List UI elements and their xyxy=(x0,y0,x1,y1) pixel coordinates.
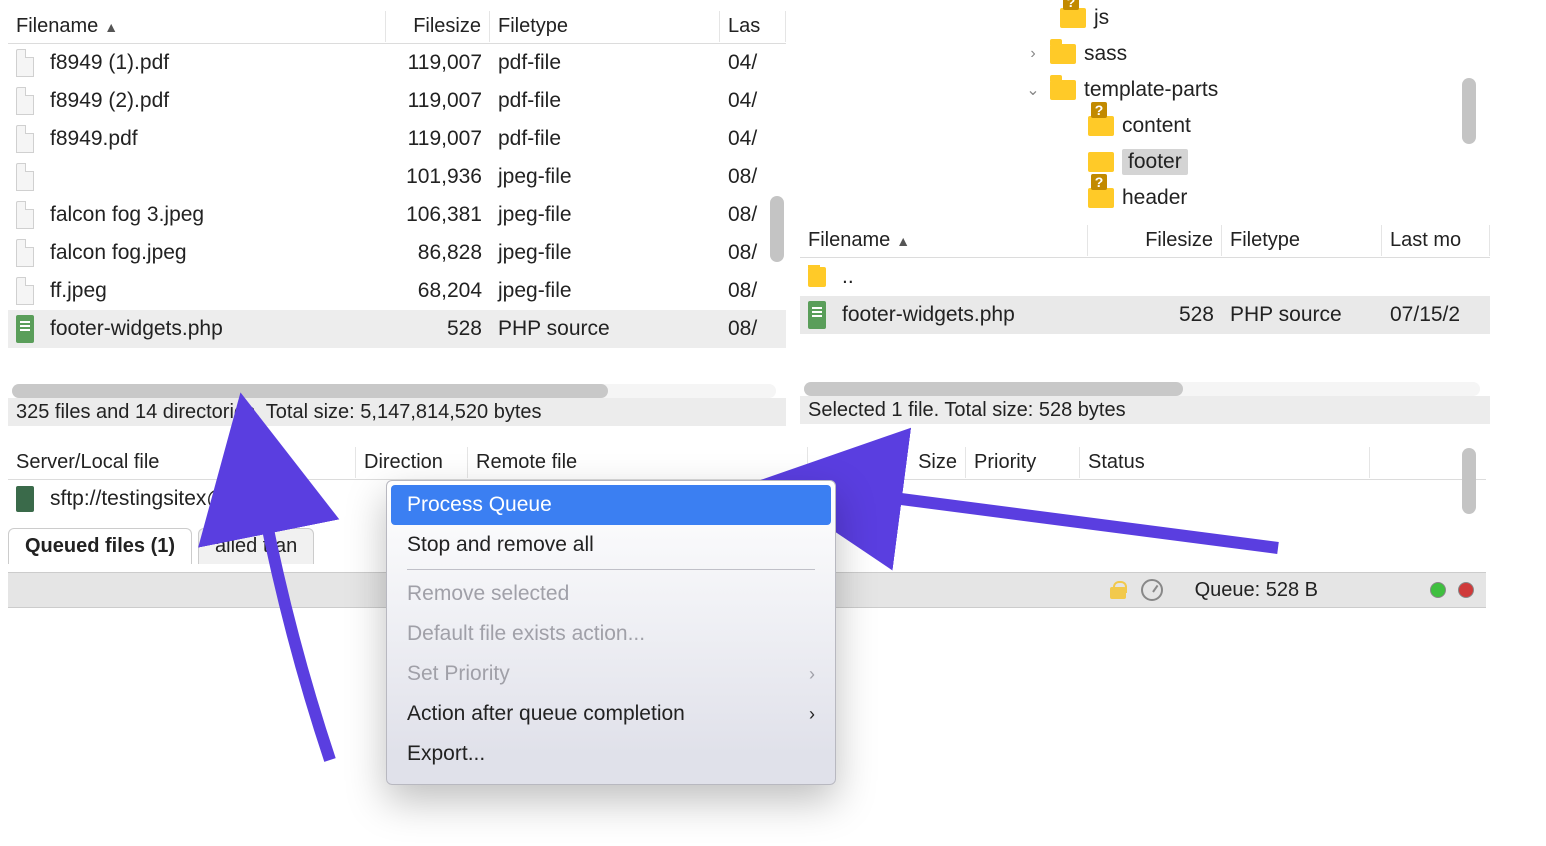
tree-item[interactable]: ⌄template-parts xyxy=(800,72,1480,108)
col-status[interactable]: Status xyxy=(1080,447,1370,478)
file-row[interactable]: falcon fog.jpeg86,828jpeg-file08/ xyxy=(8,234,786,272)
status-led-red-icon xyxy=(1458,582,1474,598)
menu-export[interactable]: Export... xyxy=(387,734,835,774)
col-filetype[interactable]: Filetype xyxy=(1222,225,1382,256)
sort-asc-icon: ▲ xyxy=(896,233,910,249)
tree-item-selected[interactable]: footer xyxy=(800,144,1480,180)
file-icon xyxy=(16,201,34,229)
queue-column-header[interactable]: Server/Local file Direction Remote file … xyxy=(8,446,1486,480)
annotation-arrow-icon xyxy=(858,478,1288,574)
file-row[interactable]: 101,936jpeg-file08/ xyxy=(8,158,786,196)
tree-item[interactable]: ›sass xyxy=(800,36,1480,72)
file-row[interactable]: footer-widgets.php528PHP source07/15/2 xyxy=(800,296,1490,334)
folder-unknown-icon xyxy=(1088,188,1114,208)
local-file-list[interactable]: f8949 (1).pdf119,007pdf-file04/ f8949 (2… xyxy=(8,44,786,348)
folder-up-icon xyxy=(808,267,826,287)
menu-separator xyxy=(407,569,815,570)
remote-column-header[interactable]: Filename▲ Filesize Filetype Last mo xyxy=(800,224,1490,258)
queue-vscrollbar[interactable] xyxy=(1462,448,1476,514)
file-icon xyxy=(16,277,34,305)
menu-set-priority: Set Priority› xyxy=(387,654,835,694)
col-direction[interactable]: Direction xyxy=(356,447,468,478)
col-filetype[interactable]: Filetype xyxy=(490,11,720,42)
php-file-icon xyxy=(808,301,826,329)
file-icon xyxy=(16,87,34,115)
speed-limit-icon[interactable] xyxy=(1141,579,1163,601)
col-filename[interactable]: Filename▲ xyxy=(800,225,1088,256)
folder-unknown-icon xyxy=(1088,116,1114,136)
folder-icon xyxy=(1050,44,1076,64)
remote-hscrollbar[interactable] xyxy=(804,382,1480,396)
col-filename[interactable]: Filename▲ xyxy=(8,11,386,42)
local-vscrollbar[interactable] xyxy=(770,196,784,262)
file-icon xyxy=(16,239,34,267)
sort-asc-icon: ▲ xyxy=(104,19,118,35)
file-icon xyxy=(16,125,34,153)
local-status-bar: 325 files and 14 directories. Total size… xyxy=(8,398,786,426)
col-size[interactable]: Size xyxy=(808,447,966,478)
chevron-right-icon: › xyxy=(809,664,815,685)
queue-size-label: Queue: 528 B xyxy=(1195,579,1318,602)
tree-item[interactable]: js xyxy=(800,0,1480,36)
menu-stop-remove-all[interactable]: Stop and remove all xyxy=(387,525,835,565)
chevron-right-icon[interactable]: › xyxy=(1024,45,1042,63)
server-icon xyxy=(16,486,34,512)
col-lastmod[interactable]: Last mo xyxy=(1382,225,1490,256)
queue-context-menu: Process Queue Stop and remove all Remove… xyxy=(386,480,836,785)
chevron-right-icon: › xyxy=(809,704,815,725)
local-file-pane: Filename▲ Filesize Filetype Las f8949 (1… xyxy=(8,10,786,426)
menu-remove-selected: Remove selected xyxy=(387,574,835,614)
menu-default-file-exists: Default file exists action... xyxy=(387,614,835,654)
file-row[interactable]: falcon fog 3.jpeg106,381jpeg-file08/ xyxy=(8,196,786,234)
remote-tree-vscrollbar[interactable] xyxy=(1462,78,1476,144)
file-row-parent[interactable]: .. xyxy=(800,258,1490,296)
file-row[interactable]: f8949.pdf119,007pdf-file04/ xyxy=(8,120,786,158)
tree-item[interactable]: header xyxy=(800,180,1480,216)
folder-icon xyxy=(1050,80,1076,100)
folder-open-icon xyxy=(1088,152,1114,172)
remote-file-pane: Filename▲ Filesize Filetype Last mo .. f… xyxy=(800,224,1490,424)
col-priority[interactable]: Priority xyxy=(966,447,1080,478)
file-icon xyxy=(16,163,34,191)
file-row[interactable]: ff.jpeg68,204jpeg-file08/ xyxy=(8,272,786,310)
lock-icon[interactable] xyxy=(1107,579,1129,601)
menu-process-queue[interactable]: Process Queue xyxy=(391,485,831,525)
col-lastmod[interactable]: Las xyxy=(720,11,786,42)
annotation-arrow-icon xyxy=(240,490,380,776)
php-file-icon xyxy=(16,315,34,343)
local-column-header[interactable]: Filename▲ Filesize Filetype Las xyxy=(8,10,786,44)
folder-unknown-icon xyxy=(1060,8,1086,28)
col-remote-file[interactable]: Remote file xyxy=(468,447,808,478)
remote-status-bar: Selected 1 file. Total size: 528 bytes xyxy=(800,396,1490,424)
status-led-green-icon xyxy=(1430,582,1446,598)
tree-item[interactable]: content xyxy=(800,108,1480,144)
local-hscrollbar[interactable] xyxy=(12,384,776,398)
file-icon xyxy=(16,49,34,77)
chevron-down-icon[interactable]: ⌄ xyxy=(1024,80,1042,100)
remote-file-list[interactable]: .. footer-widgets.php528PHP source07/15/… xyxy=(800,258,1490,334)
tab-queued-files[interactable]: Queued files (1) xyxy=(8,528,192,564)
menu-action-after-completion[interactable]: Action after queue completion› xyxy=(387,694,835,734)
col-server-local[interactable]: Server/Local file xyxy=(8,447,356,478)
file-row[interactable]: f8949 (2).pdf119,007pdf-file04/ xyxy=(8,82,786,120)
remote-tree-pane[interactable]: js ›sass ⌄template-parts content footer … xyxy=(800,0,1480,218)
file-row[interactable]: footer-widgets.php528PHP source08/ xyxy=(8,310,786,348)
file-row[interactable]: f8949 (1).pdf119,007pdf-file04/ xyxy=(8,44,786,82)
col-filesize[interactable]: Filesize xyxy=(386,11,490,42)
col-filesize[interactable]: Filesize xyxy=(1088,225,1222,256)
